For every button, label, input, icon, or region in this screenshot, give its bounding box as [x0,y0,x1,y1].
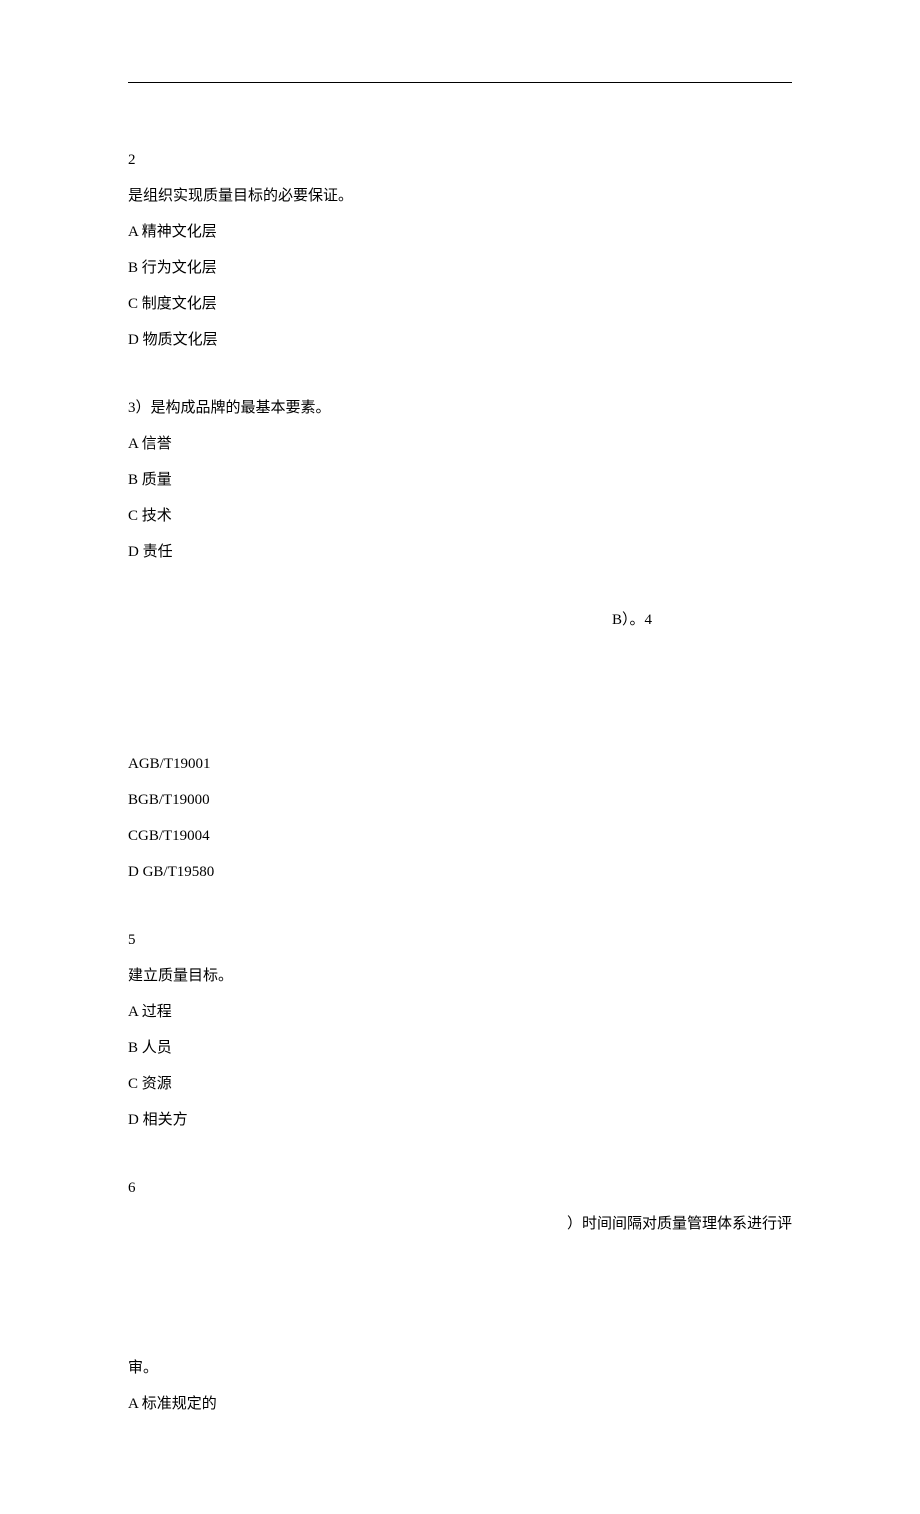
question-stem-right: ）时间间隔对质量管理体系进行评 [567,1206,792,1242]
question-block: 6 ）时间间隔对质量管理体系进行评 审。 A 标准规定的 [128,1170,792,1422]
question-block: B）。4 AGB/T19001 BGB/T19000 CGB/T19004 D … [128,602,792,890]
question-line: 3）是构成品牌的最基本要素。 [128,390,792,426]
content-area: 2 是组织实现质量目标的必要保证。 A 精神文化层 B 行为文化层 C 制度文化… [128,82,792,1422]
option-b: B 行为文化层 [128,250,792,286]
question-stem-row: ）时间间隔对质量管理体系进行评 [128,1206,792,1350]
option-c: CGB/T19004 [128,818,792,854]
page: 2 是组织实现质量目标的必要保证。 A 精神文化层 B 行为文化层 C 制度文化… [0,0,920,1514]
question-stem: ）是构成品牌的最基本要素。 [136,400,331,416]
question-number: 2 [128,142,792,178]
option-a: A 信誉 [128,426,792,462]
question-number: 6 [128,1170,792,1206]
spacer [158,1252,162,1268]
option-a: A 标准规定的 [128,1386,792,1422]
question-stem: 建立质量目标。 [128,958,792,994]
question-number: 5 [128,922,792,958]
option-b: B 人员 [128,1030,792,1066]
question-number: 3 [128,400,136,416]
option-b: B 质量 [128,462,792,498]
option-c: C 资源 [128,1066,792,1102]
question-header-row: B）。4 [128,602,792,746]
question-stem-cont: 审。 [128,1350,792,1386]
option-a: A 精神文化层 [128,214,792,250]
horizontal-rule [128,82,792,83]
question-stem: 是组织实现质量目标的必要保证。 [128,178,792,214]
option-c: C 技术 [128,498,792,534]
question-number-right: B）。4 [612,602,652,638]
option-c: C 制度文化层 [128,286,792,322]
option-d: D 责任 [128,534,792,570]
question-block: 5 建立质量目标。 A 过程 B 人员 C 资源 D 相关方 [128,922,792,1138]
option-d: D GB/T19580 [128,854,792,890]
question-block: 2 是组织实现质量目标的必要保证。 A 精神文化层 B 行为文化层 C 制度文化… [128,142,792,358]
option-a: A 过程 [128,994,792,1030]
question-block: 3）是构成品牌的最基本要素。 A 信誉 B 质量 C 技术 D 责任 [128,390,792,570]
spacer [158,648,162,664]
option-d: D 相关方 [128,1102,792,1138]
option-d: D 物质文化层 [128,322,792,358]
option-a: AGB/T19001 [128,746,792,782]
option-b: BGB/T19000 [128,782,792,818]
